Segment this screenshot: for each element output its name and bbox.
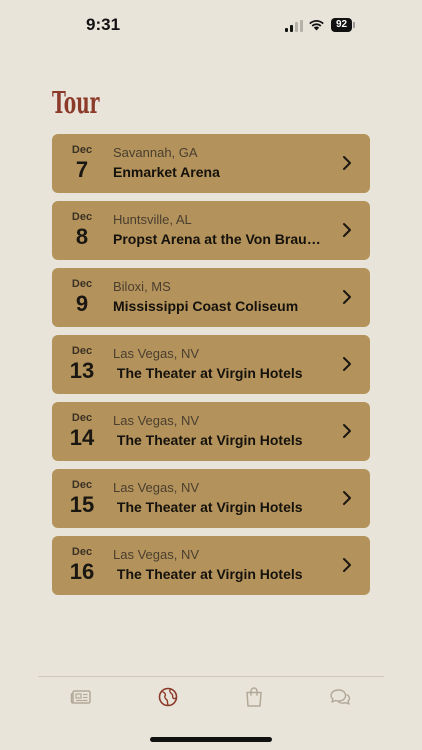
home-indicator bbox=[150, 737, 272, 742]
event-venue: The Theater at Virgin Hotels bbox=[113, 499, 303, 515]
date-day: 9 bbox=[75, 291, 89, 316]
tour-list: Dec 7 Savannah, GA Enmarket Arena Dec 8 … bbox=[52, 134, 370, 603]
date-day: 14 bbox=[69, 425, 95, 450]
event-location: Las Vegas, NV bbox=[113, 413, 199, 428]
news-icon[interactable] bbox=[70, 686, 94, 708]
chat-bubbles-icon[interactable] bbox=[328, 686, 352, 708]
event-location: Huntsville, AL bbox=[113, 212, 192, 227]
event-location: Las Vegas, NV bbox=[113, 547, 199, 562]
event-venue: The Theater at Virgin Hotels bbox=[113, 432, 303, 448]
chevron-right-icon bbox=[343, 290, 351, 304]
battery-indicator: 92 bbox=[331, 18, 356, 32]
event-venue: Propst Arena at the Von Braun Center bbox=[113, 231, 329, 247]
date-day: 16 bbox=[69, 559, 95, 584]
tab-bar-divider bbox=[38, 676, 384, 677]
event-venue: Mississippi Coast Coliseum bbox=[113, 298, 299, 314]
date-month: Dec bbox=[71, 345, 93, 357]
chevron-right-icon bbox=[343, 223, 351, 237]
event-venue: The Theater at Virgin Hotels bbox=[113, 365, 303, 381]
tour-item[interactable]: Dec 14 Las Vegas, NV The Theater at Virg… bbox=[52, 402, 370, 461]
chevron-right-icon bbox=[343, 558, 351, 572]
date-day: 8 bbox=[75, 224, 89, 249]
page-title: Tour bbox=[52, 86, 100, 121]
globe-icon[interactable] bbox=[156, 686, 180, 708]
chevron-right-icon bbox=[343, 424, 351, 438]
cellular-signal-icon bbox=[285, 20, 303, 32]
date-day: 7 bbox=[75, 157, 89, 182]
date-month: Dec bbox=[71, 479, 93, 491]
date-month: Dec bbox=[71, 144, 93, 156]
event-venue: Enmarket Arena bbox=[113, 164, 220, 180]
date-month: Dec bbox=[71, 211, 93, 223]
tour-item[interactable]: Dec 15 Las Vegas, NV The Theater at Virg… bbox=[52, 469, 370, 528]
event-venue: The Theater at Virgin Hotels bbox=[113, 566, 303, 582]
event-location: Las Vegas, NV bbox=[113, 480, 199, 495]
chevron-right-icon bbox=[343, 357, 351, 371]
chevron-right-icon bbox=[343, 491, 351, 505]
status-bar: 9:31 92 bbox=[0, 0, 422, 50]
tour-item[interactable]: Dec 8 Huntsville, AL Propst Arena at the… bbox=[52, 201, 370, 260]
date-month: Dec bbox=[71, 546, 93, 558]
tour-item[interactable]: Dec 7 Savannah, GA Enmarket Arena bbox=[52, 134, 370, 193]
date-month: Dec bbox=[71, 412, 93, 424]
tour-item[interactable]: Dec 9 Biloxi, MS Mississippi Coast Colis… bbox=[52, 268, 370, 327]
shopping-bag-icon[interactable] bbox=[242, 686, 266, 708]
status-time: 9:31 bbox=[86, 15, 121, 34]
date-month: Dec bbox=[71, 278, 93, 290]
event-location: Biloxi, MS bbox=[113, 279, 171, 294]
event-location: Las Vegas, NV bbox=[113, 346, 199, 361]
tour-item[interactable]: Dec 13 Las Vegas, NV The Theater at Virg… bbox=[52, 335, 370, 394]
wifi-icon bbox=[309, 20, 324, 31]
chevron-right-icon bbox=[343, 156, 351, 170]
date-day: 15 bbox=[69, 492, 95, 517]
battery-level: 92 bbox=[331, 18, 352, 32]
event-location: Savannah, GA bbox=[113, 145, 198, 160]
battery-tip bbox=[353, 22, 355, 28]
date-day: 13 bbox=[69, 358, 95, 383]
tour-item[interactable]: Dec 16 Las Vegas, NV The Theater at Virg… bbox=[52, 536, 370, 595]
